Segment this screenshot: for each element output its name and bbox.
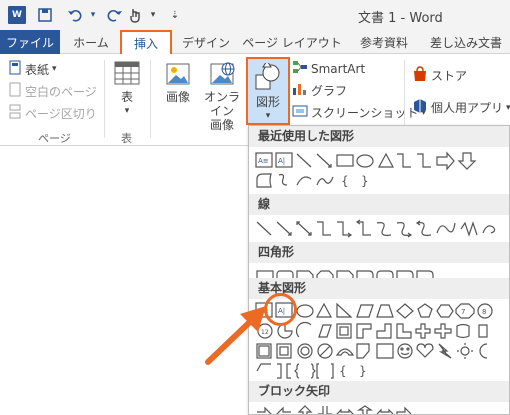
smartart-icon [292,60,308,77]
cover-page-icon [8,60,22,78]
tab-home[interactable]: ホーム [64,30,118,54]
blank-page-button[interactable]: 空白のページ [8,82,97,100]
chart-label: グラフ [311,84,348,98]
chart-icon [292,82,308,99]
recent-shapes-row-1[interactable]: A≡ A| [255,151,505,171]
svg-text:}: } [359,364,367,378]
tab-page-layout[interactable]: ページ レイアウト [240,30,344,54]
block-arrows-row[interactable] [255,403,505,415]
tab-design[interactable]: デザイン [176,30,236,54]
shapes-dropdown-icon: ▾ [265,111,271,121]
lines-row[interactable] [255,219,505,239]
table-icon [110,60,144,90]
pointer-arrow [205,306,266,365]
basic-shapes-row-4[interactable]: { } [255,361,505,381]
online-picture-label-1: オンライン [203,90,240,118]
shapes-icon [248,59,288,95]
section-lines: 線 [249,194,509,215]
ribbon-tabs: ファイル ホーム 挿入 デザイン ページ レイアウト 参考資料 差し込み文書 [0,30,510,54]
title-bar: W ▾ ▾ ⇣ 文書 1 - Word [0,0,510,30]
my-apps-dropdown-icon: ▾ [506,102,510,113]
chart-button[interactable]: グラフ [292,82,347,99]
group-separator [150,60,151,138]
recent-shapes-row-2[interactable]: { } [255,171,505,191]
svg-text:{: { [341,174,349,188]
tab-mailings[interactable]: 差し込み文書 [422,30,510,54]
table-group-label: 表 [121,132,132,145]
tab-file[interactable]: ファイル [0,30,60,54]
page-break-icon [8,104,22,122]
store-icon [412,66,428,85]
my-apps-button[interactable]: 個人用アプリ ▾ [412,98,510,117]
page-break-button[interactable]: ページ区切り [8,104,97,122]
touch-mode-icon[interactable] [126,6,144,24]
shapes-label: 図形 [255,95,280,109]
table-label: 表 [120,90,133,104]
cover-page-button[interactable]: 表紙 ▾ [8,60,57,78]
tab-references[interactable]: 参考資料 [350,30,418,54]
picture-label: 画像 [165,90,190,104]
store-label: ストア [431,69,468,83]
tab-insert[interactable]: 挿入 [120,30,172,54]
word-app-icon[interactable]: W [8,6,26,24]
octagon-number-label: 8 [482,308,486,316]
section-block-arrows: ブロック矢印 [249,381,509,402]
svg-text:A≡: A≡ [258,157,269,165]
picture-button[interactable]: 画像 [158,60,198,104]
screenshot-button[interactable]: スクリーンショット ▾ [292,104,426,121]
svg-text:7: 7 [461,308,465,316]
section-rectangles: 四角形 [249,242,509,263]
screenshot-icon [292,104,308,121]
svg-text:{: { [339,364,347,378]
online-picture-button[interactable]: オンライン 画像 [200,60,244,132]
shapes-gallery: 最近使用した図形 A≡ A| {} 線 四角形 基本図形 A| 7 8 12 … [248,125,510,415]
smartart-label: SmartArt [311,61,366,76]
table-dropdown-icon: ▾ [124,106,130,116]
table-button[interactable]: 表 ▾ [110,60,144,118]
shapes-button[interactable]: 図形 ▾ [246,57,290,125]
page-group-label: ページ [38,132,71,145]
repeat-icon[interactable] [106,6,124,24]
blank-page-icon [8,82,22,100]
touch-dropdown-icon[interactable]: ▾ [144,6,162,24]
document-title: 文書 1 - Word [358,11,443,26]
online-picture-label-2: 画像 [209,118,234,132]
basic-shapes-row-3[interactable] [255,341,505,361]
blank-page-label: 空白のページ [25,84,97,99]
screenshot-label: スクリーンショット [311,106,419,120]
online-picture-icon [200,60,244,90]
save-icon[interactable] [36,6,54,24]
basic-shapes-row-2[interactable]: 12 [255,321,505,341]
picture-icon [158,60,198,90]
smartart-button[interactable]: SmartArt [292,60,365,77]
group-separator [104,60,105,138]
page-break-label: ページ区切り [25,106,97,121]
svg-text:A|: A| [278,157,285,165]
store-button[interactable]: ストア [412,66,467,85]
my-apps-label: 個人用アプリ [431,101,504,115]
undo-icon[interactable] [66,6,84,24]
svg-text:}: } [361,174,369,188]
cover-page-dropdown-icon: ▾ [52,64,57,74]
undo-dropdown-icon[interactable]: ▾ [84,6,102,24]
customize-qat-icon[interactable]: ⇣ [166,6,184,24]
my-apps-icon [412,98,428,117]
section-recent-shapes: 最近使用した図形 [249,126,509,147]
cover-page-label: 表紙 [25,62,50,77]
